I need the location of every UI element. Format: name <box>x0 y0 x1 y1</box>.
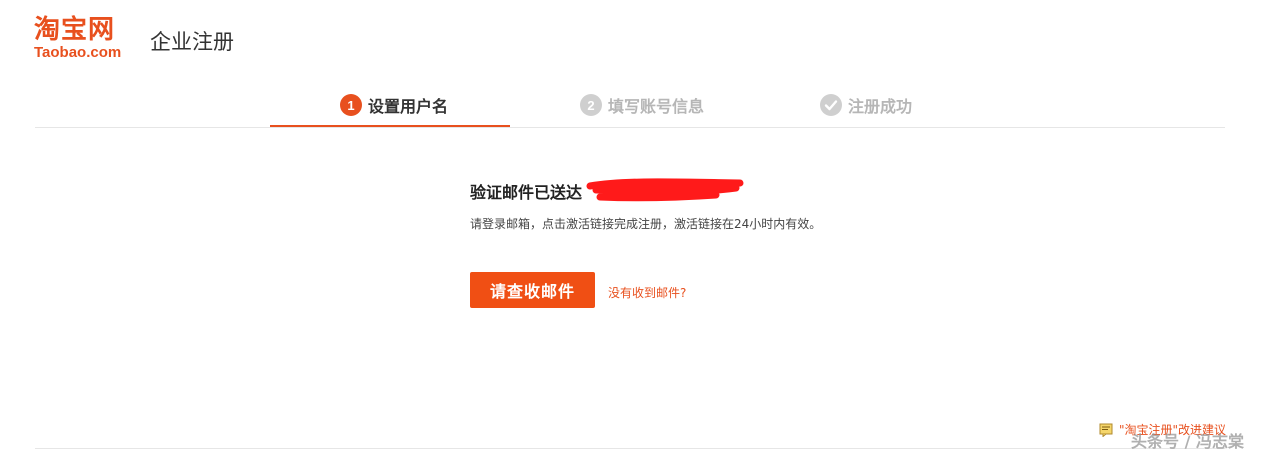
step-2-label: 填写账号信息 <box>608 97 705 116</box>
step-progress-bar: 1 设置用户名 2 填写账号信息 注册成功 <box>35 86 1225 128</box>
taobao-logo[interactable]: 淘宝网 Taobao.com <box>34 16 142 62</box>
redacted-email-scribble <box>586 178 744 202</box>
no-email-received-link[interactable]: 没有收到邮件? <box>608 284 686 301</box>
feedback-note-icon <box>1099 423 1113 437</box>
watermark-text: 头条号 / 冯志棠 <box>1131 432 1244 451</box>
step-2-number-icon: 2 <box>580 94 602 116</box>
checkmark-icon <box>820 94 842 116</box>
logo-chinese-text: 淘宝网 <box>34 15 116 45</box>
activation-instructions: 请登录邮箱，点击激活链接完成注册，激活链接在24小时内有效。 <box>470 217 822 231</box>
step-register-success: 注册成功 <box>820 86 912 124</box>
step-fill-account-info: 2 填写账号信息 <box>580 86 704 124</box>
step-1-label: 设置用户名 <box>368 97 449 116</box>
active-step-underline <box>270 125 510 127</box>
step-3-label: 注册成功 <box>848 97 913 116</box>
step-set-username: 1 设置用户名 <box>340 86 448 124</box>
logo-english-text: Taobao.com <box>34 44 122 61</box>
step-1-number-icon: 1 <box>340 94 362 116</box>
check-email-button[interactable]: 请查收邮件 <box>470 272 595 308</box>
email-sent-heading: 验证邮件已送达 <box>470 183 583 202</box>
page-title: 企业注册 <box>150 30 234 54</box>
footer-divider <box>35 448 1225 449</box>
